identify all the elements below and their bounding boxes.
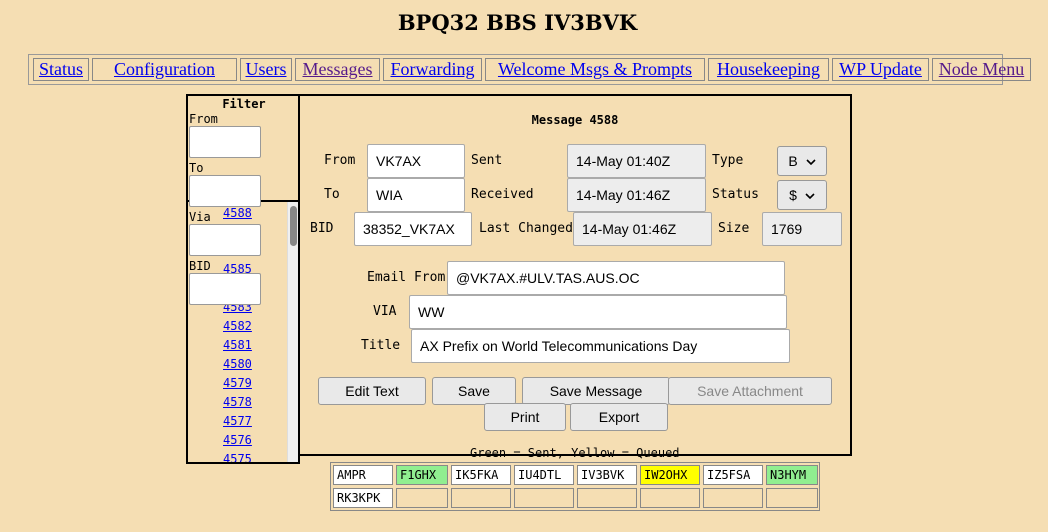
filter-to-input[interactable] — [189, 175, 261, 207]
message-detail-panel: Message 4588 From VK7AX Sent 14-May 01:4… — [298, 94, 852, 456]
via-label: VIA — [373, 304, 397, 319]
menu-forwarding[interactable]: Forwarding — [383, 58, 482, 81]
station-cell — [640, 488, 700, 508]
chevron-down-icon — [806, 159, 816, 166]
export-button[interactable]: Export — [570, 403, 668, 431]
message-link[interactable]: 4577 — [223, 414, 252, 428]
save-button[interactable]: Save — [432, 377, 516, 405]
from-label: From — [324, 153, 356, 168]
last-changed-label: Last Changed — [479, 221, 573, 236]
station-cell: N3HYM — [766, 465, 818, 485]
scrollbar-thumb[interactable] — [290, 206, 297, 246]
title-field[interactable]: AX Prefix on World Telecommunications Da… — [411, 329, 790, 363]
message-link[interactable]: 4581 — [223, 338, 252, 352]
station-cell — [577, 488, 637, 508]
filter-via-input[interactable] — [189, 224, 261, 256]
status-value: $ — [789, 187, 797, 203]
filter-title: Filter — [222, 97, 266, 111]
filter-from-input[interactable] — [189, 126, 261, 158]
station-cell — [514, 488, 574, 508]
via-field[interactable]: WW — [409, 295, 787, 329]
station-cell: IZ5FSA — [703, 465, 763, 485]
forwarding-station-table: AMPR F1GHX IK5FKA IU4DTL IV3BVK IW2OHX I… — [330, 462, 820, 511]
type-select[interactable]: B — [777, 146, 827, 176]
message-link[interactable]: 4582 — [223, 319, 252, 333]
filter-to-label: To — [189, 161, 204, 175]
message-heading: Message 4588 — [531, 113, 619, 127]
filter-bid-input[interactable] — [189, 273, 261, 305]
email-from-label: Email From — [367, 270, 446, 285]
menu-node-menu[interactable]: Node Menu — [932, 58, 1031, 81]
message-link[interactable]: 4588 — [223, 206, 252, 220]
received-field: 14-May 01:46Z — [567, 178, 706, 212]
menu-housekeeping[interactable]: Housekeeping — [708, 58, 829, 81]
email-from-field[interactable]: @VK7AX.#ULV.TAS.AUS.OC — [447, 261, 785, 295]
edit-text-button[interactable]: Edit Text — [318, 377, 426, 405]
station-cell: IK5FKA — [451, 465, 511, 485]
station-cell — [766, 488, 818, 508]
chevron-down-icon — [805, 193, 815, 200]
last-changed-field: 14-May 01:46Z — [573, 212, 712, 246]
filter-from-label: From — [189, 112, 218, 126]
bid-label: BID — [310, 221, 334, 236]
sent-label: Sent — [471, 153, 503, 168]
filter-panel: Filter From To Via BID 4588 4585 4583 45… — [186, 94, 300, 464]
from-field[interactable]: VK7AX — [367, 144, 465, 178]
menu-status[interactable]: Status — [33, 58, 89, 81]
main-menu: Status Configuration Users Messages Forw… — [28, 54, 1031, 85]
print-button[interactable]: Print — [484, 403, 566, 431]
menu-welcome-msgs[interactable]: Welcome Msgs & Prompts — [485, 58, 705, 81]
save-message-button[interactable]: Save Message — [522, 377, 670, 405]
station-cell — [396, 488, 448, 508]
station-cell — [451, 488, 511, 508]
filter-bid-label: BID — [189, 259, 211, 273]
message-link[interactable]: 4579 — [223, 376, 252, 390]
size-label: Size — [718, 221, 750, 236]
page-title: BPQ32 BBS IV3BVK — [397, 10, 638, 35]
status-select[interactable]: $ — [777, 180, 827, 210]
menu-messages[interactable]: Messages — [295, 58, 380, 81]
station-cell: RK3KPK — [333, 488, 393, 508]
save-attachment-button[interactable]: Save Attachment — [668, 377, 832, 405]
status-label: Status — [712, 187, 759, 202]
to-label: To — [324, 187, 340, 202]
message-link[interactable]: 4576 — [223, 433, 252, 447]
station-cell: IU4DTL — [514, 465, 574, 485]
station-cell: IV3BVK — [577, 465, 637, 485]
message-link[interactable]: 4575 — [223, 452, 252, 462]
message-link[interactable]: 4578 — [223, 395, 252, 409]
bid-field[interactable]: 38352_VK7AX — [354, 212, 472, 246]
type-label: Type — [712, 153, 744, 168]
type-value: B — [788, 153, 798, 169]
filter-via-label: Via — [189, 210, 211, 224]
station-cell — [703, 488, 763, 508]
menu-configuration[interactable]: Configuration — [92, 58, 237, 81]
title-label: Title — [361, 338, 401, 353]
sent-field: 14-May 01:40Z — [567, 144, 706, 178]
station-cell: F1GHX — [396, 465, 448, 485]
message-link[interactable]: 4580 — [223, 357, 252, 371]
size-field: 1769 — [762, 212, 842, 246]
menu-wp-update[interactable]: WP Update — [832, 58, 929, 81]
received-label: Received — [471, 187, 534, 202]
station-cell: AMPR — [333, 465, 393, 485]
to-field[interactable]: WIA — [367, 178, 465, 212]
station-cell: IW2OHX — [640, 465, 700, 485]
forwarding-legend: Green = Sent, Yellow = Queued — [470, 446, 680, 460]
menu-users[interactable]: Users — [240, 58, 292, 81]
